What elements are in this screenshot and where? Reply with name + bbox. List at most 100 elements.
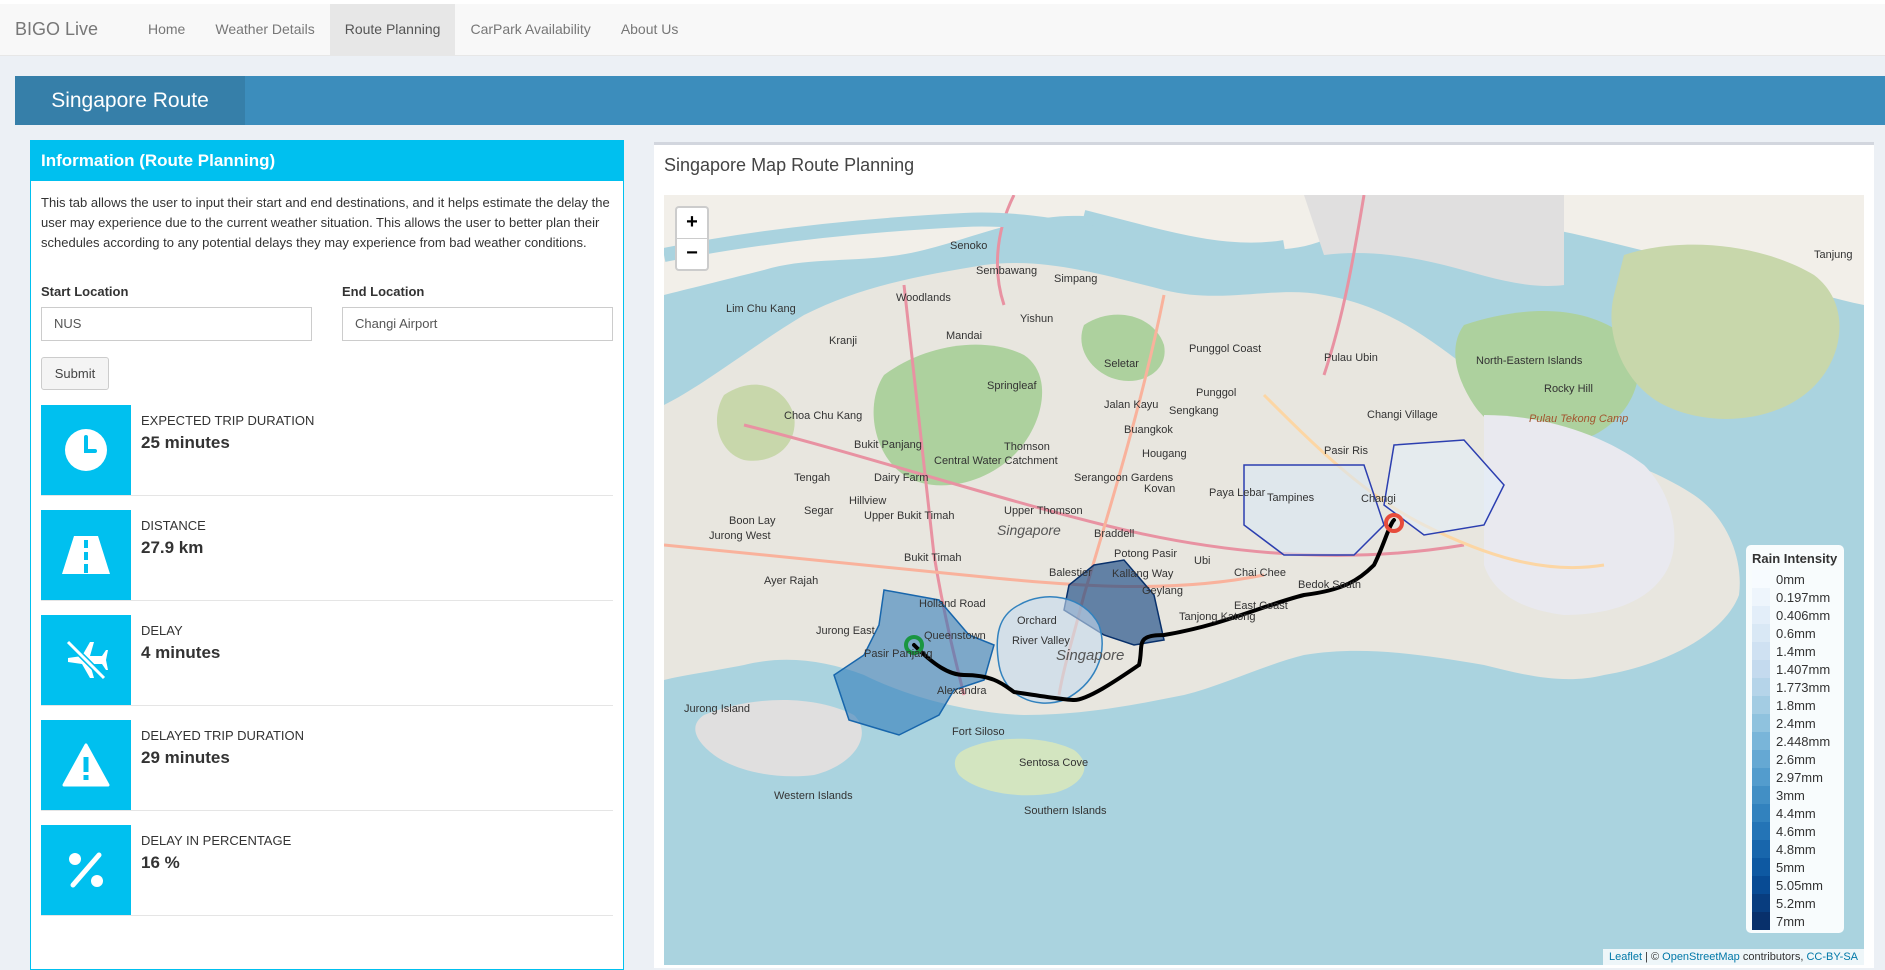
nav-carpark-availability[interactable]: CarPark Availability <box>455 4 605 55</box>
stat-value: 29 minutes <box>141 748 230 767</box>
brand-logo[interactable]: BIGO Live <box>15 19 98 40</box>
place-label: Sembawang <box>976 265 1038 277</box>
main-nav: Home Weather Details Route Planning CarP… <box>133 4 693 55</box>
legend-label: 4.6mm <box>1776 823 1816 839</box>
legend-row: 0mm <box>1752 570 1844 588</box>
legend-row: 4.4mm <box>1752 804 1844 822</box>
route-info-panel: Information (Route Planning) This tab al… <box>30 140 624 970</box>
legend-label: 4.8mm <box>1776 841 1816 857</box>
legend-row: 1.8mm <box>1752 696 1844 714</box>
nav-home[interactable]: Home <box>133 4 200 55</box>
place-label: Central Water Catchment <box>934 455 1058 467</box>
end-location-label: End Location <box>342 284 425 299</box>
legend-label: 1.407mm <box>1776 661 1831 677</box>
nav-about-us[interactable]: About Us <box>606 4 694 55</box>
legend-label: 2.4mm <box>1776 715 1816 731</box>
place-label: Punggol <box>1196 387 1237 399</box>
zoom-control: + − <box>675 206 709 271</box>
place-label: Punggol Coast <box>1189 343 1262 355</box>
legend-swatch <box>1752 804 1770 822</box>
legend-swatch <box>1752 714 1770 732</box>
place-label: Choa Chu Kang <box>784 410 863 422</box>
nav-route-planning[interactable]: Route Planning <box>329 4 456 55</box>
place-label: Boon Lay <box>729 515 776 527</box>
attrib-sep: contributors, <box>1739 951 1807 963</box>
place-label: Pulau Tekong Camp <box>1529 413 1629 425</box>
legend-label: 7mm <box>1776 913 1805 929</box>
stat-delay: Delay 4 minutes <box>41 615 613 706</box>
legend-row: 7mm <box>1752 912 1844 930</box>
place-label: Jalan Kayu <box>1104 399 1159 411</box>
legend-label: 5mm <box>1776 859 1805 875</box>
start-location-label: Start Location <box>41 284 129 299</box>
place-label: Simpang <box>1054 273 1098 285</box>
place-label: Tanjong Katong <box>1179 611 1256 623</box>
legend-rows: 0mm 0.197mm 0.406mm 0.6mm 1.4mm 1.407mm 1.773m… <box>1752 570 1844 930</box>
legend-label: 0.6mm <box>1776 625 1816 641</box>
percent-icon <box>41 825 131 915</box>
start-location-input[interactable]: NUS <box>41 307 312 341</box>
place-label: Lim Chu Kang <box>726 303 796 315</box>
legend-row: 0.406mm <box>1752 606 1844 624</box>
place-label: Yishun <box>1020 313 1054 325</box>
place-label: Bedok South <box>1298 579 1361 591</box>
place-label: Singapore <box>997 522 1061 538</box>
place-label: Ayer Rajah <box>764 575 819 587</box>
legend-row: 2.4mm <box>1752 714 1844 732</box>
place-label: Dairy Farm <box>874 472 929 484</box>
zoom-out-button[interactable]: − <box>677 239 707 269</box>
place-label: Seletar <box>1104 358 1139 370</box>
legend-swatch <box>1752 912 1770 930</box>
place-label: Rocky Hill <box>1544 383 1593 395</box>
place-label: Singapore <box>1056 647 1125 664</box>
stat-label: Distance <box>141 518 206 533</box>
top-navbar: BIGO Live Home Weather Details Route Pla… <box>0 0 1885 56</box>
end-location-input[interactable]: Changi Airport <box>342 307 613 341</box>
license-link[interactable]: CC-BY-SA <box>1806 951 1858 963</box>
zoom-in-button[interactable]: + <box>677 208 707 239</box>
place-label: Chai Chee <box>1234 567 1286 579</box>
place-label: Jurong West <box>709 530 771 542</box>
nav-weather-details[interactable]: Weather Details <box>200 4 329 55</box>
legend-row: 3mm <box>1752 786 1844 804</box>
legend-row: 2.6mm <box>1752 750 1844 768</box>
legend-label: 1.8mm <box>1776 697 1816 713</box>
place-label: Queenstown <box>924 630 986 642</box>
legend-row: 0.6mm <box>1752 624 1844 642</box>
legend-swatch <box>1752 822 1770 840</box>
place-label: Alexandra <box>937 685 987 697</box>
place-label: Buangkok <box>1124 424 1173 436</box>
place-label: Tanjung <box>1814 249 1853 261</box>
legend-row: 1.773mm <box>1752 678 1844 696</box>
stat-value: 25 minutes <box>141 433 230 452</box>
legend-label: 2.6mm <box>1776 751 1816 767</box>
place-label: Balestier <box>1049 567 1092 579</box>
place-label: North-Eastern Islands <box>1476 355 1583 367</box>
osm-link[interactable]: OpenStreetMap <box>1662 951 1740 963</box>
legend-title: Rain Intensity <box>1752 551 1838 566</box>
place-label: East Coast <box>1234 600 1288 612</box>
submit-button[interactable]: Submit <box>41 357 109 390</box>
stat-label: Delay <box>141 623 183 638</box>
stat-distance: Distance 27.9 km <box>41 510 613 601</box>
legend-swatch <box>1752 732 1770 750</box>
place-label: Upper Thomson <box>1004 505 1083 517</box>
place-label: Springleaf <box>987 380 1037 392</box>
leaflet-map[interactable]: Singapore Singapore Woodlands Yishun Sem… <box>664 195 1864 965</box>
legend-swatch <box>1752 588 1770 606</box>
place-label: Upper Bukit Timah <box>864 510 955 522</box>
legend-swatch <box>1752 768 1770 786</box>
map-title: Singapore Map Route Planning <box>664 155 915 175</box>
legend-swatch <box>1752 660 1770 678</box>
place-label: Bukit Timah <box>904 552 962 564</box>
map-attribution: Leaflet | © OpenStreetMap contributors, … <box>1602 949 1864 965</box>
leaflet-link[interactable]: Leaflet <box>1609 951 1642 963</box>
clock-icon <box>41 405 131 495</box>
legend-row: 4.6mm <box>1752 822 1844 840</box>
legend-swatch <box>1752 840 1770 858</box>
legend-label: 5.05mm <box>1776 877 1823 893</box>
legend-label: 4.4mm <box>1776 805 1816 821</box>
legend-swatch <box>1752 894 1770 912</box>
place-label: Fort Siloso <box>952 726 1005 738</box>
stat-value: 27.9 km <box>141 538 204 557</box>
